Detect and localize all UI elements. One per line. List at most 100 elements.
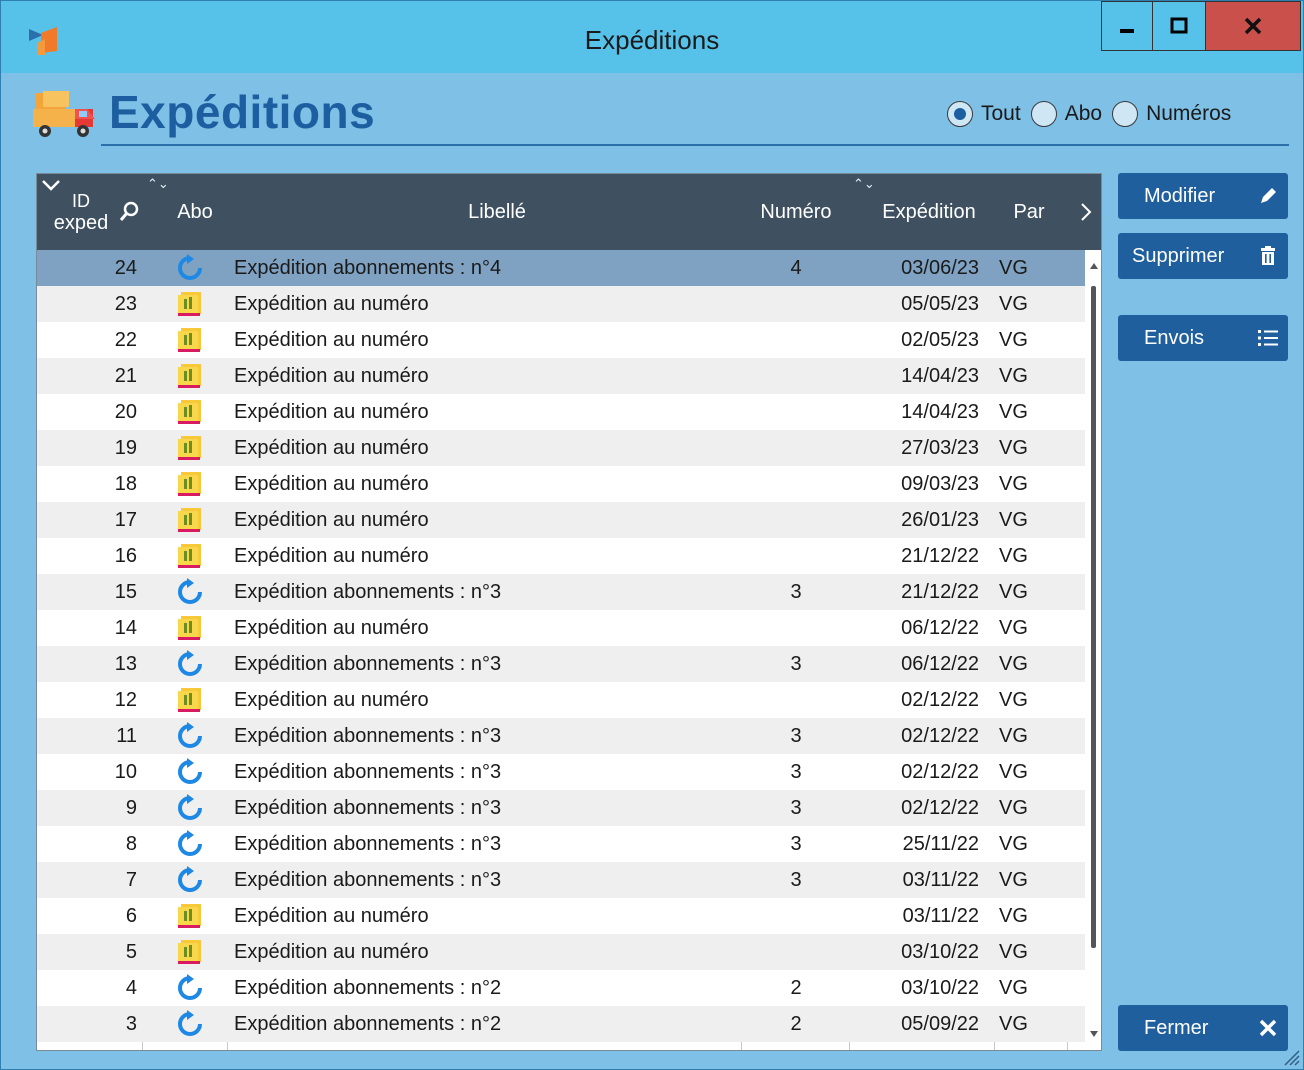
table-row[interactable]: 6 Expédition au numéro 03/11/22 VG (37, 898, 1085, 934)
table-row[interactable]: 22 Expédition au numéro 02/05/23 VG (37, 322, 1085, 358)
cell-id: 5 (125, 941, 137, 963)
cell-numero: 2 (790, 977, 802, 999)
cell-libelle: Expédition abonnements : n°4 (234, 257, 502, 279)
cell-id: 20 (114, 401, 137, 423)
close-icon (1244, 17, 1262, 35)
column-header-numero[interactable]: Numéro (743, 174, 849, 250)
expeditions-table: ID exped ⌃⌄ Abo Libellé Numéro ⌃⌄ Expédi… (36, 173, 1102, 1051)
radio-checked-icon[interactable] (947, 101, 973, 127)
table-row[interactable]: 15 Expédition abonnements : n°3 3 21/12/22 V… (37, 574, 1085, 610)
cell-id: 23 (114, 293, 137, 315)
cell-id: 19 (114, 437, 137, 459)
column-header-abo[interactable]: Abo (167, 174, 223, 250)
table-row[interactable]: 21 Expédition au numéro 14/04/23 VG (37, 358, 1085, 394)
column-header-id[interactable]: ID exped (43, 174, 119, 250)
cell-id: 24 (114, 257, 137, 279)
table-row[interactable]: 18 Expédition au numéro 09/03/23 VG (37, 466, 1085, 502)
table-row[interactable]: 23 Expédition au numéro 05/05/23 VG (37, 286, 1085, 322)
cell-numero (743, 538, 849, 574)
cell-id: 14 (114, 617, 137, 639)
column-header-expedition[interactable]: Expédition (871, 174, 987, 250)
search-icon[interactable] (119, 200, 141, 222)
cell-id: 4 (125, 977, 137, 999)
cell-expedition: 21/12/22 (901, 581, 979, 603)
filter-option-tout[interactable]: Tout (947, 101, 1021, 127)
title-bar[interactable]: Expéditions (1, 1, 1303, 73)
maximize-button[interactable] (1152, 1, 1206, 51)
refresh-circle-icon (171, 718, 209, 754)
refresh-circle-icon (171, 970, 209, 1006)
refresh-circle-icon (171, 1006, 209, 1042)
cell-libelle: Expédition abonnements : n°2 (234, 977, 502, 999)
magazine-stack-icon (171, 358, 209, 394)
table-row[interactable]: 10 Expédition abonnements : n°3 3 02/12/22 V… (37, 754, 1085, 790)
envois-button[interactable]: Envois (1118, 315, 1288, 361)
chevron-right-icon[interactable] (1079, 202, 1093, 222)
close-window-button[interactable] (1205, 1, 1301, 51)
filter-option-abo[interactable]: Abo (1030, 101, 1102, 127)
table-row[interactable]: 5 Expédition au numéro 03/10/22 VG (37, 934, 1085, 970)
magazine-stack-icon (171, 466, 209, 502)
scroll-down-button[interactable] (1085, 1024, 1101, 1044)
table-row[interactable]: 7 Expédition abonnements : n°3 3 03/11/22 VG (37, 862, 1085, 898)
cell-id: 6 (125, 905, 137, 927)
filter-radio-group: Tout Abo Numéros (947, 99, 1241, 129)
magazine-stack-icon (171, 682, 209, 718)
modifier-button[interactable]: Modifier (1118, 173, 1288, 219)
pencil-icon (1248, 173, 1288, 219)
table-row[interactable]: 9 Expédition abonnements : n°3 3 02/12/22 VG (37, 790, 1085, 826)
cell-libelle: Expédition au numéro (234, 473, 429, 495)
page-heading: Expéditions (109, 86, 376, 138)
table-row[interactable]: 20 Expédition au numéro 14/04/23 VG (37, 394, 1085, 430)
radio-unchecked-icon[interactable] (1030, 101, 1057, 127)
fermer-button[interactable]: Fermer (1118, 1005, 1288, 1051)
table-row[interactable]: 13 Expédition abonnements : n°3 3 06/12/22 V… (37, 646, 1085, 682)
cell-expedition: 03/10/22 (901, 941, 979, 963)
table-row[interactable]: 16 Expédition au numéro 21/12/22 VG (37, 538, 1085, 574)
cell-numero (743, 682, 849, 718)
modifier-button-label: Modifier (1144, 184, 1216, 207)
cell-libelle: Expédition au numéro (234, 293, 429, 315)
supprimer-button[interactable]: Supprimer (1118, 233, 1288, 279)
cell-par: VG (999, 905, 1028, 927)
cell-numero (743, 394, 849, 430)
cell-id: 10 (114, 761, 137, 783)
table-row[interactable]: 17 Expédition au numéro 26/01/23 VG (37, 502, 1085, 538)
column-header-par[interactable]: Par (999, 174, 1059, 250)
scroll-thumb[interactable] (1091, 286, 1096, 948)
table-row[interactable]: 12 Expédition au numéro 02/12/22 VG (37, 682, 1085, 718)
filter-option-numeros[interactable]: Numéros (1112, 101, 1231, 127)
minimize-button[interactable] (1101, 1, 1153, 51)
cell-par: VG (999, 1013, 1028, 1035)
cell-par: VG (999, 257, 1028, 279)
cell-par: VG (999, 293, 1028, 315)
cell-par: VG (999, 689, 1028, 711)
table-row[interactable]: 8 Expédition abonnements : n°3 3 25/11/22 VG (37, 826, 1085, 862)
magazine-stack-icon (171, 322, 209, 358)
cell-libelle: Expédition abonnements : n°3 (234, 869, 502, 891)
table-row[interactable]: 24 Expédition abonnements : n°4 4 03/06/23 V… (37, 250, 1085, 286)
delivery-truck-icon (33, 91, 95, 137)
arrow-up-icon (1090, 263, 1098, 269)
cell-numero: 3 (790, 797, 802, 819)
cell-expedition: 06/12/22 (901, 617, 979, 639)
radio-unchecked-icon[interactable] (1112, 101, 1139, 127)
cell-expedition: 14/04/23 (901, 401, 979, 423)
scroll-up-button[interactable] (1085, 256, 1101, 276)
cell-id: 22 (114, 329, 137, 351)
fermer-button-label: Fermer (1144, 1016, 1209, 1039)
table-row[interactable]: 3 Expédition abonnements : n°2 2 05/09/22 VG (37, 1006, 1085, 1042)
table-row[interactable]: 19 Expédition au numéro 27/03/23 VG (37, 430, 1085, 466)
vertical-scrollbar[interactable] (1085, 250, 1101, 1050)
table-row[interactable]: 11 Expédition abonnements : n°3 3 02/12/22 V… (37, 718, 1085, 754)
column-header-libelle[interactable]: Libellé (227, 174, 767, 250)
cell-id: 21 (114, 365, 137, 387)
resize-grip-icon[interactable] (1279, 1045, 1301, 1067)
cell-expedition: 14/04/23 (901, 365, 979, 387)
sort-toggle-icon[interactable]: ⌃⌄ (147, 176, 169, 192)
cell-expedition: 03/10/22 (901, 977, 979, 999)
table-row[interactable]: 14 Expédition au numéro 06/12/22 VG (37, 610, 1085, 646)
cell-expedition: 03/11/22 (902, 905, 979, 927)
cell-numero (743, 610, 849, 646)
table-row[interactable]: 4 Expédition abonnements : n°2 2 03/10/22 VG (37, 970, 1085, 1006)
